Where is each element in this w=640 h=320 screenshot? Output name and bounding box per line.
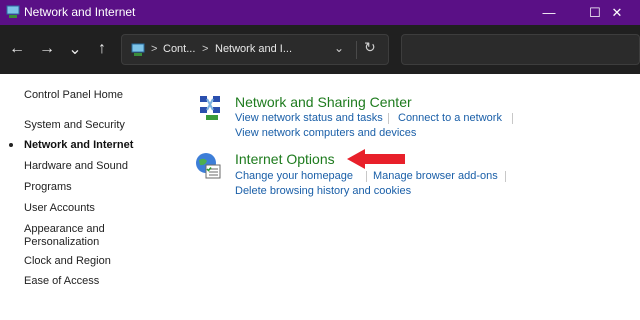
active-indicator — [9, 143, 13, 147]
chevron-right-icon: > — [151, 43, 158, 55]
divider — [388, 113, 389, 124]
sidebar-item-ease-of-access[interactable]: Ease of Access — [24, 275, 99, 287]
control-panel-icon — [131, 43, 145, 56]
change-homepage-link[interactable]: Change your homepage — [235, 170, 353, 182]
sidebar-item-appearance[interactable]: Appearance and — [24, 223, 105, 235]
divider — [512, 113, 513, 124]
sidebar-item-user-accounts[interactable]: User Accounts — [24, 202, 95, 214]
sidebar-item-system-security[interactable]: System and Security — [24, 119, 125, 131]
forward-button[interactable]: → — [37, 39, 57, 59]
sidebar-item-hardware-sound[interactable]: Hardware and Sound — [24, 160, 128, 172]
network-sharing-icon — [200, 96, 220, 120]
internet-options-link[interactable]: Internet Options — [235, 151, 335, 167]
up-button[interactable]: ↑ — [92, 39, 112, 59]
refresh-button[interactable]: ↻ — [364, 39, 376, 56]
divider — [366, 171, 367, 182]
breadcrumb-control-panel[interactable]: Cont... — [163, 43, 195, 55]
network-sharing-center-link[interactable]: Network and Sharing Center — [235, 94, 412, 110]
manage-addons-link[interactable]: Manage browser add-ons — [373, 170, 498, 182]
sidebar-item-personalization[interactable]: Personalization — [24, 236, 99, 248]
minimize-button[interactable]: — — [526, 0, 572, 25]
close-button[interactable]: ✕ — [594, 0, 640, 25]
sidebar-item-programs[interactable]: Programs — [24, 181, 72, 193]
sidebar-item-clock-region[interactable]: Clock and Region — [24, 255, 111, 267]
title-bar: Network and Internet — ☐ ✕ — [0, 0, 640, 25]
view-network-status-link[interactable]: View network status and tasks — [235, 112, 383, 124]
divider — [356, 41, 357, 59]
control-panel-icon — [6, 5, 20, 18]
red-arrow-icon — [347, 149, 405, 169]
search-input[interactable] — [410, 43, 635, 57]
back-button[interactable]: ← — [7, 39, 27, 59]
address-bar[interactable]: > Cont... > Network and I... ⌄ ↻ — [121, 34, 389, 65]
connect-to-network-link[interactable]: Connect to a network — [398, 112, 502, 124]
breadcrumb-network-internet[interactable]: Network and I... — [215, 43, 292, 55]
recent-locations-button[interactable]: ⌄ — [65, 39, 85, 59]
internet-options-icon — [196, 153, 221, 179]
chevron-right-icon: > — [202, 43, 209, 55]
sidebar-item-control-panel-home[interactable]: Control Panel Home — [24, 89, 123, 101]
address-dropdown-button[interactable]: ⌄ — [334, 41, 344, 55]
navigation-bar: ← → ⌄ ↑ > Cont... > Network and I... ⌄ ↻ — [0, 25, 640, 74]
delete-browsing-history-link[interactable]: Delete browsing history and cookies — [235, 185, 411, 197]
sidebar-item-network-internet[interactable]: Network and Internet — [24, 139, 133, 151]
search-box[interactable] — [401, 34, 640, 65]
window-title: Network and Internet — [24, 5, 136, 19]
view-network-computers-link[interactable]: View network computers and devices — [235, 127, 416, 139]
divider — [505, 171, 506, 182]
